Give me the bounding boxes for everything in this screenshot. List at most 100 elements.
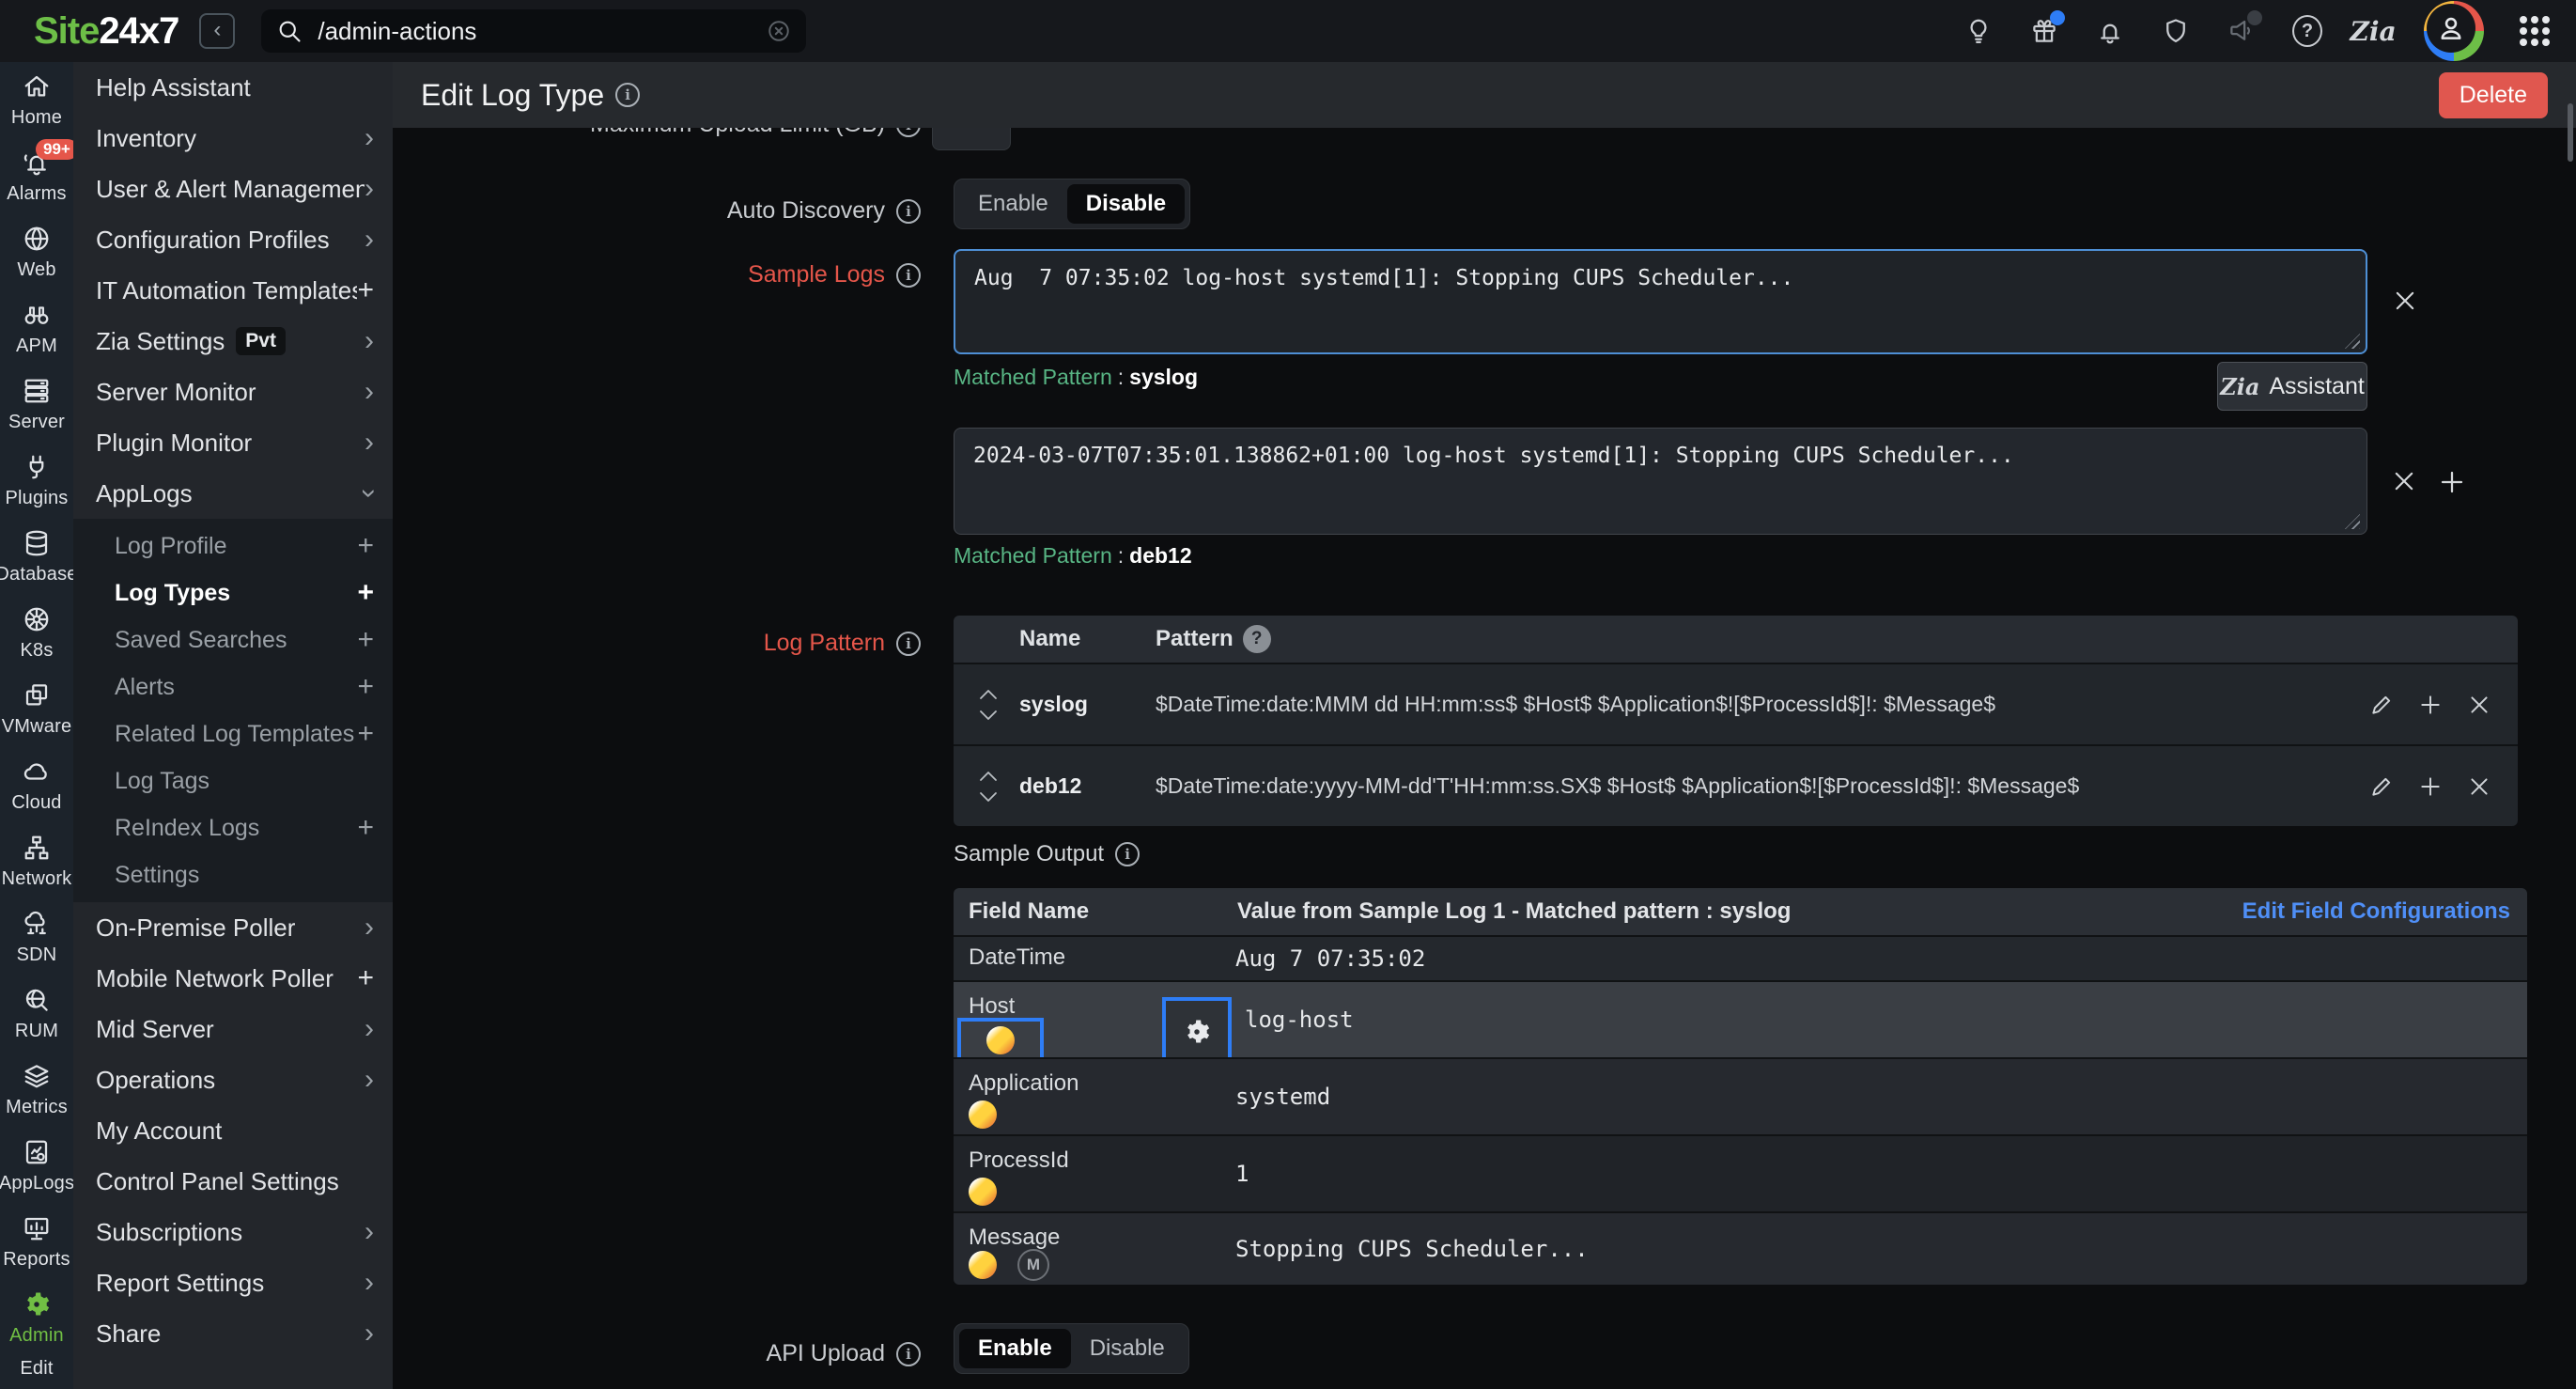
pattern-help-icon[interactable] (1243, 625, 1271, 653)
rail-item-cloud[interactable]: Cloud (0, 747, 73, 823)
rail-item-admin[interactable]: Admin (0, 1280, 73, 1356)
nav-alerts[interactable]: Alerts (73, 663, 393, 710)
sample-log-2-textarea[interactable]: 2024-03-07T07:35:01.138862+01:00 log-hos… (954, 428, 2367, 535)
nav-log-types[interactable]: Log Types (73, 570, 393, 616)
nav-user-alert-management[interactable]: User & Alert Management (73, 164, 393, 214)
nav-log-profile[interactable]: Log Profile (73, 523, 393, 570)
nav-subscriptions[interactable]: Subscriptions (73, 1207, 393, 1257)
plus-icon[interactable] (357, 579, 374, 607)
plus-icon[interactable] (357, 964, 374, 992)
field-type-ball-icon[interactable] (969, 1178, 997, 1206)
nav-applogs[interactable]: AppLogs (73, 468, 393, 519)
plus-icon[interactable] (357, 814, 374, 842)
zia-assistant-button[interactable]: Zia Assistant (2217, 362, 2367, 411)
field-type-ball-icon[interactable] (969, 1100, 997, 1129)
rail-item-apm[interactable]: APM (0, 290, 73, 367)
info-icon[interactable] (896, 632, 921, 656)
rail-item-applogs[interactable]: AppLogs (0, 1128, 73, 1204)
rail-item-vmware[interactable]: VMware (0, 671, 73, 747)
nav-plugin-monitor[interactable]: Plugin Monitor (73, 417, 393, 468)
nav-zia-settings[interactable]: Zia SettingsPvt (73, 316, 393, 367)
rail-item-metrics[interactable]: Metrics (0, 1052, 73, 1128)
api-upload-enable[interactable]: Enable (959, 1329, 1071, 1368)
plus-icon[interactable] (357, 532, 374, 560)
rail-item-alarms[interactable]: 99+ Alarms (0, 138, 73, 214)
info-icon[interactable] (615, 83, 640, 107)
security-shield-icon[interactable] (2161, 16, 2191, 46)
rail-item-network[interactable]: Network (0, 823, 73, 899)
multiline-badge[interactable]: M (1017, 1249, 1049, 1281)
ideas-icon[interactable] (1963, 16, 1994, 46)
rail-item-web[interactable]: Web (0, 214, 73, 290)
edit-pencil-icon[interactable] (2369, 693, 2394, 717)
search-input[interactable] (316, 16, 767, 47)
sidebar-collapse-button[interactable] (199, 13, 235, 49)
move-up-icon[interactable] (979, 771, 998, 782)
info-icon[interactable] (896, 1342, 921, 1366)
apps-grid-icon[interactable] (2520, 16, 2550, 46)
help-icon[interactable] (2292, 16, 2322, 46)
info-icon[interactable] (896, 199, 921, 224)
delete-pattern-icon[interactable] (2467, 774, 2491, 799)
add-pattern-icon[interactable] (2418, 774, 2443, 799)
nav-inventory[interactable]: Inventory (73, 113, 393, 164)
auto-discovery-enable[interactable]: Enable (959, 184, 1067, 224)
nav-share[interactable]: Share (73, 1308, 393, 1359)
field-type-ball-icon[interactable] (969, 1251, 997, 1279)
move-down-icon[interactable] (979, 710, 998, 721)
move-up-icon[interactable] (979, 689, 998, 700)
field-type-ball-icon[interactable] (986, 1026, 1015, 1054)
plus-icon[interactable] (357, 720, 374, 748)
rail-item-home[interactable]: Home (0, 62, 73, 138)
announcements-megaphone-icon[interactable] (2227, 16, 2257, 46)
nav-configuration-profiles[interactable]: Configuration Profiles (73, 214, 393, 265)
global-search[interactable] (261, 9, 806, 53)
rail-item-plugins[interactable]: Plugins (0, 443, 73, 519)
rail-item-rum[interactable]: RUM (0, 975, 73, 1052)
nav-related-log-templates[interactable]: Related Log Templates (73, 710, 393, 757)
auto-discovery-disable[interactable]: Disable (1067, 184, 1185, 224)
nav-log-tags[interactable]: Log Tags (73, 757, 393, 804)
info-icon[interactable] (896, 263, 921, 288)
nav-it-automation-templates[interactable]: IT Automation Templates (73, 265, 393, 316)
edit-field-configurations-link[interactable]: Edit Field Configurations (2242, 898, 2510, 925)
nav-help-assistant[interactable]: Help Assistant (73, 62, 393, 113)
delete-button[interactable]: Delete (2439, 72, 2548, 118)
nav-settings[interactable]: Settings (73, 851, 393, 898)
remove-sample-log-icon[interactable] (2391, 468, 2417, 494)
plus-icon[interactable] (357, 276, 374, 304)
search-clear-icon[interactable] (767, 19, 791, 43)
field-settings-gear-icon[interactable] (1183, 1018, 1211, 1046)
rail-item-sdn[interactable]: SDN (0, 899, 73, 975)
add-sample-log-icon[interactable] (2438, 468, 2466, 496)
nav-control-panel-settings[interactable]: Control Panel Settings (73, 1156, 393, 1207)
plus-icon[interactable] (357, 626, 374, 654)
rail-item-edit[interactable]: Edit (0, 1358, 73, 1386)
vertical-scrollbar[interactable] (2568, 103, 2573, 162)
nav-server-monitor[interactable]: Server Monitor (73, 367, 393, 417)
rail-item-database[interactable]: Database (0, 519, 73, 595)
nav-saved-searches[interactable]: Saved Searches (73, 616, 393, 663)
whats-new-gift-icon[interactable] (2029, 16, 2059, 46)
remove-sample-log-icon[interactable] (2392, 288, 2418, 314)
info-icon[interactable] (1115, 842, 1140, 866)
edit-pencil-icon[interactable] (2369, 774, 2394, 799)
nav-mid-server[interactable]: Mid Server (73, 1004, 393, 1054)
rail-item-k8s[interactable]: K8s (0, 595, 73, 671)
move-down-icon[interactable] (979, 791, 998, 803)
add-pattern-icon[interactable] (2418, 693, 2443, 717)
plus-icon[interactable] (357, 673, 374, 701)
nav-my-account[interactable]: My Account (73, 1105, 393, 1156)
rail-item-server[interactable]: Server (0, 367, 73, 443)
sample-log-1-textarea[interactable]: Aug 7 07:35:02 log-host systemd[1]: Stop… (954, 249, 2367, 354)
nav-on-premise-poller[interactable]: On-Premise Poller (73, 902, 393, 953)
delete-pattern-icon[interactable] (2467, 693, 2491, 717)
zia-icon[interactable]: Zia (2358, 16, 2388, 46)
rail-item-reports[interactable]: Reports (0, 1204, 73, 1280)
nav-reindex-logs[interactable]: ReIndex Logs (73, 804, 393, 851)
api-upload-disable[interactable]: Disable (1071, 1329, 1184, 1368)
nav-operations[interactable]: Operations (73, 1054, 393, 1105)
nav-mobile-network-poller[interactable]: Mobile Network Poller (73, 953, 393, 1004)
user-avatar[interactable] (2424, 1, 2484, 61)
notifications-bell-icon[interactable] (2095, 16, 2125, 46)
